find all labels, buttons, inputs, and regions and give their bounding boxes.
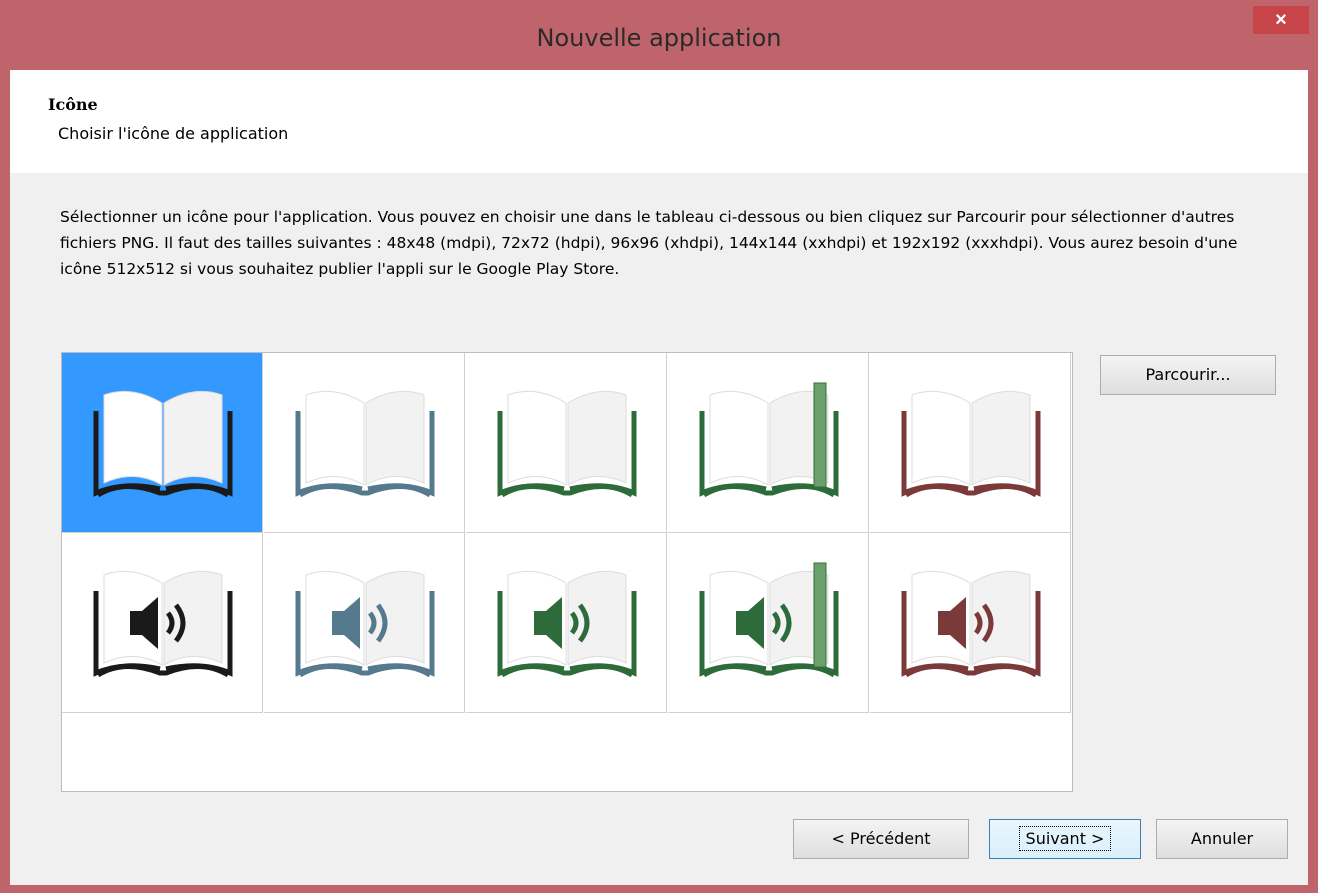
audiobook-black-icon[interactable] [62, 533, 263, 713]
close-button[interactable]: × [1253, 6, 1309, 34]
cancel-button[interactable]: Annuler [1156, 819, 1288, 859]
book-green-icon[interactable] [466, 353, 667, 533]
audiobook-green-icon[interactable] [466, 533, 667, 713]
page-subtitle: Choisir l'icône de application [58, 124, 289, 143]
window-title: Nouvelle application [536, 24, 782, 52]
page-title: Icône [48, 95, 98, 114]
description-text: Sélectionner un icône pour l'application… [60, 208, 1238, 278]
browse-button[interactable]: Parcourir... [1100, 355, 1276, 395]
wizard-body: Sélectionner un icône pour l'application… [10, 173, 1308, 885]
icon-grid [61, 352, 1073, 792]
wizard-header: Icône Choisir l'icône de application [10, 70, 1308, 173]
audiobook-red-icon[interactable] [870, 533, 1071, 713]
book-blue-icon[interactable] [264, 353, 465, 533]
title-bar: Nouvelle application × [0, 0, 1318, 70]
dialog-window: Nouvelle application × Icône Choisir l'i… [0, 0, 1318, 893]
book-green-bookmark-icon[interactable] [668, 353, 869, 533]
audiobook-green-bookmark-icon[interactable] [668, 533, 869, 713]
next-button-label: Suivant > [1018, 826, 1112, 851]
book-black-icon[interactable] [62, 353, 263, 533]
previous-button[interactable]: < Précédent [793, 819, 969, 859]
audiobook-blue-icon[interactable] [264, 533, 465, 713]
book-red-icon[interactable] [870, 353, 1071, 533]
next-button[interactable]: Suivant > [989, 819, 1141, 859]
